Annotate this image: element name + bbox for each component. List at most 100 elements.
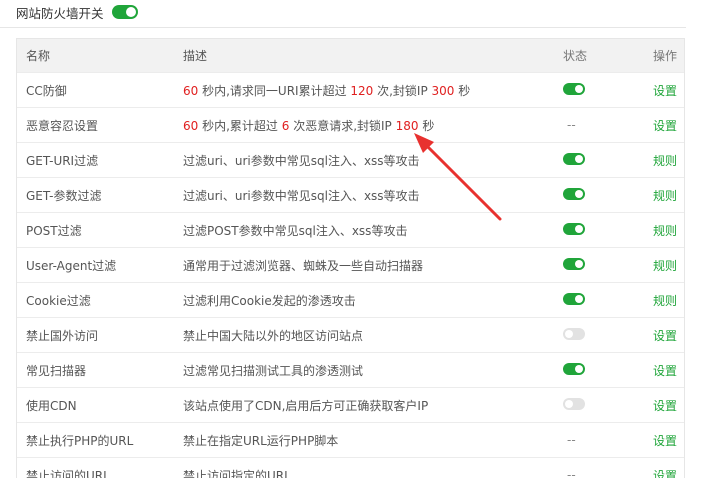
rules-link[interactable]: 规则: [653, 294, 677, 308]
rules-link[interactable]: 规则: [653, 259, 677, 273]
rules-link[interactable]: 规则: [653, 224, 677, 238]
table-row: User-Agent过滤 通常用于过滤浏览器、蜘蛛及一些自动扫描器 规则: [17, 247, 684, 283]
rule-name: GET-参数过滤: [17, 177, 183, 213]
rule-status: [561, 212, 636, 248]
rule-status: --: [561, 457, 636, 478]
rule-name: 常见扫描器: [17, 352, 183, 388]
rule-description: 过滤uri、uri参数中常见sql注入、xss等攻击: [183, 177, 561, 213]
threshold-value: 60: [183, 118, 199, 133]
status-placeholder: --: [567, 433, 576, 447]
rule-description: 禁止访问指定的URL: [183, 457, 561, 478]
table-row: 禁止访问的URL 禁止访问指定的URL -- 设置: [17, 457, 684, 478]
rule-actions: 设置: [636, 72, 684, 108]
rules-link[interactable]: 规则: [653, 154, 677, 168]
column-header-description: 描述: [183, 39, 561, 73]
rule-name: 禁止执行PHP的URL: [17, 422, 183, 458]
rule-status: [561, 72, 636, 108]
table-row: GET-参数过滤 过滤uri、uri参数中常见sql注入、xss等攻击 规则: [17, 177, 684, 213]
description-text: 秒内,累计超过: [198, 118, 282, 133]
rules-link[interactable]: 规则: [653, 189, 677, 203]
rule-name: User-Agent过滤: [17, 247, 183, 283]
table-row: GET-URI过滤 过滤uri、uri参数中常见sql注入、xss等攻击 规则: [17, 142, 684, 178]
rule-status: --: [561, 107, 636, 143]
settings-link[interactable]: 设置: [653, 329, 677, 343]
status-placeholder: --: [567, 468, 576, 478]
rule-name: POST过滤: [17, 212, 183, 248]
rule-description: 通常用于过滤浏览器、蜘蛛及一些自动扫描器: [183, 247, 561, 283]
rule-name: Cookie过滤: [17, 282, 183, 318]
rule-description: 该站点使用了CDN,启用后方可正确获取客户IP: [183, 387, 561, 423]
firewall-master-toggle[interactable]: [111, 5, 138, 19]
column-header-actions: 操作: [636, 39, 684, 73]
table-row: 常见扫描器 过滤常见扫描测试工具的渗透测试 设置: [17, 352, 684, 388]
rule-description: 过滤uri、uri参数中常见sql注入、xss等攻击: [183, 142, 561, 178]
rule-name: GET-URI过滤: [17, 142, 183, 178]
table-row: 使用CDN 该站点使用了CDN,启用后方可正确获取客户IP 设置: [17, 387, 684, 423]
rule-description: 60 秒内,请求同一URI累计超过 120 次,封锁IP 300 秒: [183, 72, 561, 108]
table-row: 禁止国外访问 禁止中国大陆以外的地区访问站点 设置: [17, 317, 684, 353]
rule-status: [561, 247, 636, 283]
rule-description: 过滤POST参数中常见sql注入、xss等攻击: [183, 212, 561, 248]
status-toggle[interactable]: [563, 327, 585, 340]
status-toggle[interactable]: [563, 187, 585, 200]
rule-actions: 规则: [636, 247, 684, 283]
rule-status: --: [561, 422, 636, 458]
table-row: 恶意容忍设置 60 秒内,累计超过 6 次恶意请求,封锁IP 180 秒 -- 设置: [17, 107, 684, 143]
rule-name: 禁止国外访问: [17, 317, 183, 353]
rule-name: 禁止访问的URL: [17, 457, 183, 478]
column-header-status: 状态: [561, 39, 636, 73]
firewall-rules-table: 名称 描述 状态 操作 CC防御 60 秒内,请求同一URI累计超过 120 次,…: [16, 38, 685, 478]
header-divider: [0, 27, 686, 28]
rule-actions: 规则: [636, 282, 684, 318]
rule-description: 禁止在指定URL运行PHP脚本: [183, 422, 561, 458]
settings-link[interactable]: 设置: [653, 434, 677, 448]
status-toggle[interactable]: [563, 362, 585, 375]
rule-status: [561, 387, 636, 423]
description-text: 秒: [418, 118, 435, 133]
rule-description: 过滤利用Cookie发起的渗透攻击: [183, 282, 561, 318]
status-toggle[interactable]: [563, 257, 585, 270]
table-row: POST过滤 过滤POST参数中常见sql注入、xss等攻击 规则: [17, 212, 684, 248]
rule-description: 60 秒内,累计超过 6 次恶意请求,封锁IP 180 秒: [183, 107, 561, 143]
settings-link[interactable]: 设置: [653, 469, 677, 478]
rule-actions: 设置: [636, 422, 684, 458]
threshold-value: 180: [395, 118, 419, 133]
rule-actions: 规则: [636, 177, 684, 213]
status-toggle[interactable]: [563, 152, 585, 165]
threshold-value: 60: [183, 83, 199, 98]
settings-link[interactable]: 设置: [653, 84, 677, 98]
rule-actions: 设置: [636, 387, 684, 423]
rule-name: 恶意容忍设置: [17, 107, 183, 143]
rule-actions: 规则: [636, 212, 684, 248]
column-header-name: 名称: [17, 39, 183, 73]
table-row: Cookie过滤 过滤利用Cookie发起的渗透攻击 规则: [17, 282, 684, 318]
table-row: 禁止执行PHP的URL 禁止在指定URL运行PHP脚本 -- 设置: [17, 422, 684, 458]
rule-description: 禁止中国大陆以外的地区访问站点: [183, 317, 561, 353]
table-header-row: 名称 描述 状态 操作: [17, 39, 684, 73]
rule-actions: 规则: [636, 142, 684, 178]
rule-status: [561, 142, 636, 178]
table-row: CC防御 60 秒内,请求同一URI累计超过 120 次,封锁IP 300 秒 设置: [17, 72, 684, 108]
rule-status: [561, 177, 636, 213]
rule-status: [561, 317, 636, 353]
rule-status: [561, 282, 636, 318]
threshold-value: 300: [431, 83, 455, 98]
settings-link[interactable]: 设置: [653, 399, 677, 413]
description-text: 次,封锁IP: [373, 83, 432, 98]
rule-status: [561, 352, 636, 388]
status-toggle[interactable]: [563, 292, 585, 305]
rule-actions: 设置: [636, 317, 684, 353]
description-text: 次恶意请求,封锁IP: [289, 118, 396, 133]
firewall-switch-label: 网站防火墙开关: [16, 5, 104, 21]
rule-actions: 设置: [636, 107, 684, 143]
firewall-switch-bar: 网站防火墙开关: [16, 0, 138, 24]
settings-link[interactable]: 设置: [653, 364, 677, 378]
settings-link[interactable]: 设置: [653, 119, 677, 133]
status-toggle[interactable]: [563, 397, 585, 410]
rule-actions: 设置: [636, 352, 684, 388]
status-toggle[interactable]: [563, 82, 585, 95]
rule-actions: 设置: [636, 457, 684, 478]
status-toggle[interactable]: [563, 222, 585, 235]
description-text: 秒内,请求同一URI累计超过: [198, 83, 351, 98]
rule-name: CC防御: [17, 72, 183, 108]
